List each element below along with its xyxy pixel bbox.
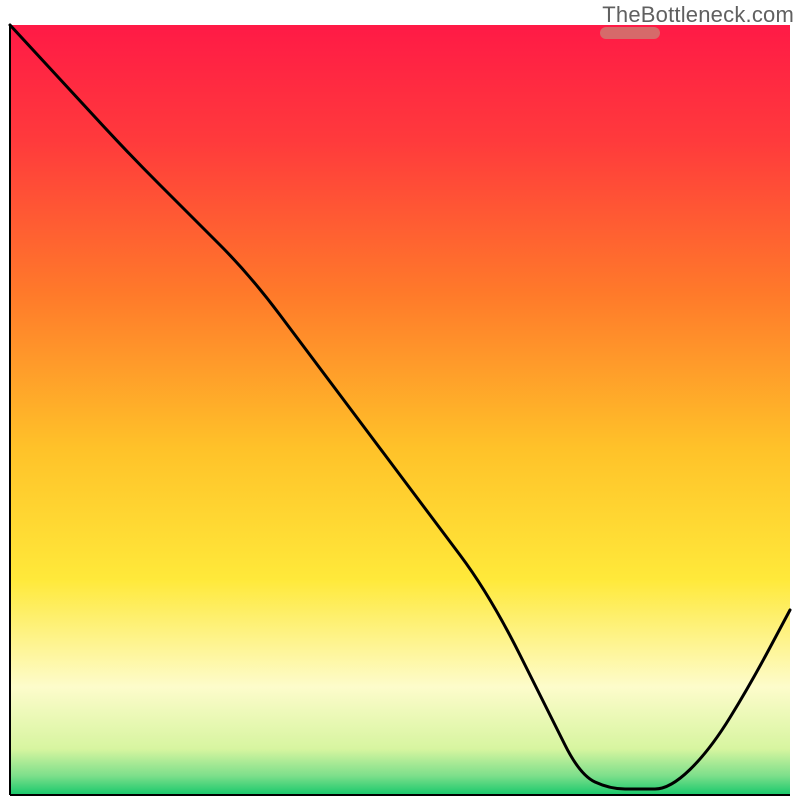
optimal-marker	[600, 27, 660, 39]
gradient-background	[10, 25, 790, 795]
chart-stage: TheBottleneck.com	[0, 0, 800, 800]
bottleneck-chart	[0, 0, 800, 800]
site-watermark: TheBottleneck.com	[602, 2, 794, 28]
